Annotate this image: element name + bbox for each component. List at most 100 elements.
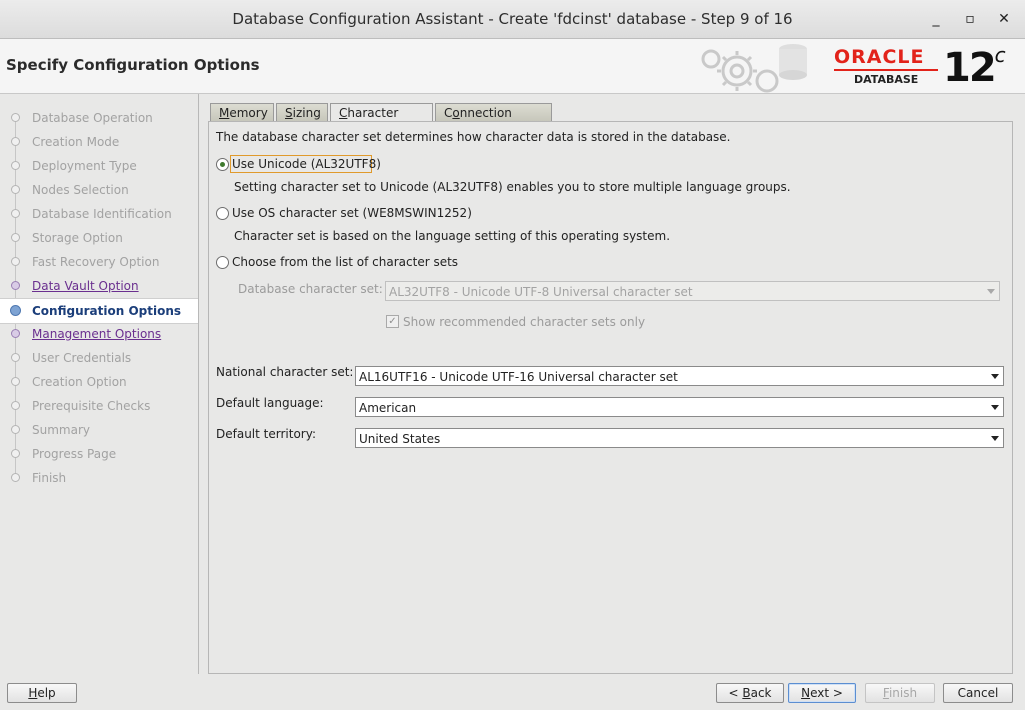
default-territory-label: Default territory: <box>216 427 316 441</box>
sidebar-item-storage-option: Storage Option <box>0 226 198 250</box>
sidebar-item-creation-mode: Creation Mode <box>0 130 198 154</box>
step-dot-icon <box>11 185 20 194</box>
default-territory-value: United States <box>359 432 441 446</box>
national-charset-value: AL16UTF16 - Unicode UTF-16 Universal cha… <box>359 370 678 384</box>
os-charset-radio[interactable] <box>216 207 229 220</box>
os-charset-radio-label[interactable]: Use OS character set (WE8MSWIN1252) <box>232 206 472 220</box>
db-charset-label: Database character set: <box>238 282 383 296</box>
sidebar-item-label: Nodes Selection <box>32 183 129 197</box>
page-header: Specify Configuration Options ORACLE DAT… <box>0 39 1025 94</box>
tab-sizing[interactable]: Sizing <box>276 103 328 121</box>
os-charset-description: Character set is based on the language s… <box>234 229 671 243</box>
sidebar-item-label: Configuration Options <box>32 304 182 318</box>
unicode-description: Setting character set to Unicode (AL32UT… <box>234 180 791 194</box>
default-language-value: American <box>359 401 417 415</box>
sidebar-item-prerequisite-checks: Prerequisite Checks <box>0 394 198 418</box>
default-language-select[interactable]: American <box>355 397 1004 417</box>
sidebar-item-label: Database Operation <box>32 111 153 125</box>
sidebar-item-label: Creation Mode <box>32 135 120 149</box>
sidebar-item-database-identification: Database Identification <box>0 202 198 226</box>
charset-intro: The database character set determines ho… <box>216 130 731 144</box>
charset-list-radio[interactable] <box>216 256 229 269</box>
step-dot-icon <box>11 209 20 218</box>
sidebar-item-label: Database Identification <box>32 207 172 221</box>
window-titlebar: Database Configuration Assistant - Creat… <box>0 0 1025 39</box>
chevron-down-icon <box>991 374 999 379</box>
show-recommended-checkbox[interactable]: ✓ <box>386 315 399 328</box>
default-language-label: Default language: <box>216 396 324 410</box>
sidebar-item-label: Fast Recovery Option <box>32 255 160 269</box>
db-charset-value: AL32UTF8 - Unicode UTF-8 Universal chara… <box>389 285 693 299</box>
chevron-down-icon <box>991 436 999 441</box>
back-button[interactable]: < Back <box>716 683 784 703</box>
step-dot-icon <box>11 137 20 146</box>
window-title: Database Configuration Assistant - Creat… <box>232 10 793 28</box>
sidebar-item-label: Data Vault Option <box>32 279 139 293</box>
tab-memory[interactable]: Memory <box>210 103 274 121</box>
database-wordmark: DATABASE <box>854 73 919 86</box>
step-dot-icon <box>11 161 20 170</box>
sidebar-item-nodes-selection: Nodes Selection <box>0 178 198 202</box>
tab-connection-mode[interactable]: Connection mode <box>435 103 552 138</box>
national-charset-select[interactable]: AL16UTF16 - Unicode UTF-16 Universal cha… <box>355 366 1004 386</box>
sidebar-item-label: Progress Page <box>32 447 117 461</box>
version-suffix: c <box>994 43 1006 67</box>
sidebar-item-label: User Credentials <box>32 351 132 365</box>
default-territory-select[interactable]: United States <box>355 428 1004 448</box>
sidebar-item-label: Prerequisite Checks <box>32 399 151 413</box>
sidebar-item-summary: Summary <box>0 418 198 442</box>
page-title: Specify Configuration Options <box>6 56 260 74</box>
sidebar-item-fast-recovery-option: Fast Recovery Option <box>0 250 198 274</box>
step-dot-icon <box>11 449 20 458</box>
logo-divider <box>834 69 938 71</box>
oracle-logo: ORACLE DATABASE <box>834 46 944 88</box>
oracle-wordmark: ORACLE <box>834 46 925 68</box>
db-charset-select[interactable]: AL32UTF8 - Unicode UTF-8 Universal chara… <box>385 281 1000 301</box>
sidebar-item-management-options[interactable]: Management Options <box>0 322 198 346</box>
tab-character-sets[interactable]: Character sets <box>330 103 433 138</box>
steps-sidebar: Database Operation Creation Mode Deploymen… <box>0 94 199 674</box>
finish-button[interactable]: Finish <box>865 683 935 703</box>
sidebar-item-progress-page: Progress Page <box>0 442 198 466</box>
step-dot-icon <box>11 353 20 362</box>
step-dot-icon <box>11 113 20 122</box>
unicode-radio-label[interactable]: Use Unicode (AL32UTF8) <box>232 157 381 171</box>
show-recommended-label[interactable]: Show recommended character sets only <box>403 315 645 329</box>
step-dot-icon <box>11 473 20 482</box>
maximize-icon[interactable]: ▫ <box>960 9 980 29</box>
sidebar-item-database-operation: Database Operation <box>0 106 198 130</box>
gears-icon <box>701 44 807 93</box>
sidebar-item-label: Summary <box>32 423 90 437</box>
step-dot-icon <box>11 233 20 242</box>
chevron-down-icon <box>987 289 995 294</box>
sidebar-item-deployment-type: Deployment Type <box>0 154 198 178</box>
national-charset-label: National character set: <box>216 365 354 379</box>
help-button[interactable]: Help <box>7 683 77 703</box>
sidebar-item-label: Finish <box>32 471 67 485</box>
chevron-down-icon <box>991 405 999 410</box>
charset-list-radio-label[interactable]: Choose from the list of character sets <box>232 255 458 269</box>
sidebar-item-user-credentials: User Credentials <box>0 346 198 370</box>
minimize-icon[interactable]: _ <box>926 9 946 29</box>
step-dot-icon <box>11 401 20 410</box>
step-dot-icon <box>11 257 20 266</box>
sidebar-item-configuration-options[interactable]: Configuration Options <box>0 298 198 324</box>
step-dot-icon <box>11 377 20 386</box>
sidebar-item-label: Management Options <box>32 327 162 341</box>
close-icon[interactable]: ✕ <box>994 9 1014 29</box>
sidebar-item-creation-option: Creation Option <box>0 370 198 394</box>
sidebar-item-label: Storage Option <box>32 231 123 245</box>
sidebar-item-label: Creation Option <box>32 375 127 389</box>
unicode-radio[interactable] <box>216 158 229 171</box>
step-dot-icon <box>10 305 21 316</box>
version-number: 12 <box>943 45 997 91</box>
cancel-button[interactable]: Cancel <box>943 683 1013 703</box>
version-badge: 12c <box>943 43 1006 91</box>
sidebar-item-finish: Finish <box>0 466 198 490</box>
step-dot-icon <box>11 281 20 290</box>
sidebar-item-label: Deployment Type <box>32 159 137 173</box>
sidebar-item-data-vault-option[interactable]: Data Vault Option <box>0 274 198 298</box>
step-dot-icon <box>11 425 20 434</box>
next-button[interactable]: Next > <box>788 683 856 703</box>
step-dot-icon <box>11 329 20 338</box>
